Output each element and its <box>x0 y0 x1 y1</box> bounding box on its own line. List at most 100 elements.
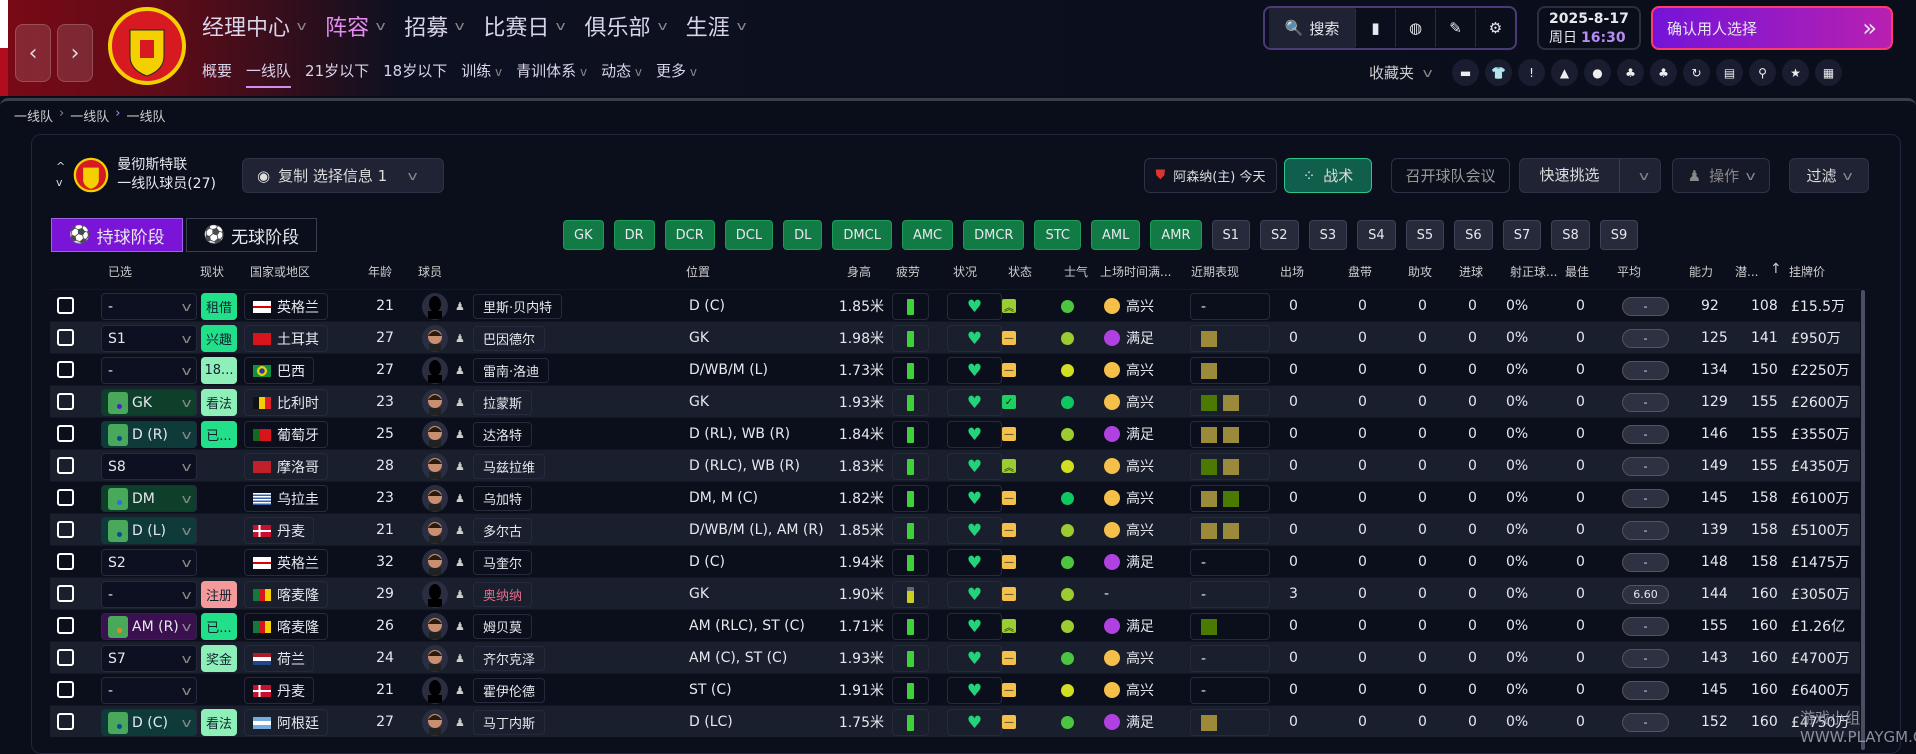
nation-chip[interactable]: 荷兰 <box>244 645 314 672</box>
next-match-button[interactable]: ⛊ 阿森纳(主) 今天 <box>1144 158 1277 193</box>
slot-button[interactable]: S3 <box>1308 220 1348 250</box>
select-checkbox[interactable] <box>57 585 74 602</box>
selection-dropdown[interactable]: S8 v <box>101 453 197 480</box>
selection-dropdown[interactable]: D (R) v <box>101 421 197 448</box>
selection-dropdown[interactable]: GK v <box>101 389 197 416</box>
actions-dropdown[interactable]: ♟ 操作 v <box>1672 158 1770 193</box>
selection-dropdown[interactable]: S1 v <box>101 325 197 352</box>
column-header[interactable]: 能力 <box>1689 263 1713 280</box>
column-header[interactable]: 射正球... <box>1510 263 1557 280</box>
column-header[interactable]: 身高 <box>847 263 871 280</box>
copy-selection-dropdown[interactable]: ◉ 复制 选择信息 1 v <box>242 158 444 193</box>
player-name[interactable]: 拉蒙斯 <box>473 390 533 415</box>
status-badge[interactable]: 看法 <box>201 389 237 416</box>
nation-chip[interactable]: 丹麦 <box>244 677 314 704</box>
column-header[interactable]: 球员 <box>418 263 442 280</box>
breadcrumb-item[interactable]: 一线队 <box>126 106 165 125</box>
main-nav-item[interactable]: 比赛日 v <box>483 10 566 42</box>
select-checkbox[interactable] <box>57 713 74 730</box>
status-badge[interactable]: 奖金 <box>201 645 237 672</box>
select-checkbox[interactable] <box>57 617 74 634</box>
chat-icon[interactable]: ▬ <box>1452 59 1479 86</box>
scrollbar[interactable] <box>1861 290 1865 750</box>
main-nav-item[interactable]: 阵容 v <box>325 10 386 42</box>
recent-form[interactable] <box>1190 357 1270 384</box>
position-button[interactable]: DMCL <box>832 220 892 250</box>
column-header[interactable]: 现状 <box>200 263 224 280</box>
select-checkbox[interactable] <box>57 297 74 314</box>
table-row[interactable]: - v 租借 英格兰 21 ♟ 里斯·贝内特 D (C) 1.85米 ♥ ︽ 高兴 -0 0 0 0 0% 0 92… <box>50 289 1860 321</box>
nation-chip[interactable]: 土耳其 <box>244 325 328 352</box>
player-name[interactable]: 马奎尔 <box>473 550 533 575</box>
position-button[interactable]: DR <box>613 220 655 250</box>
select-checkbox[interactable] <box>57 649 74 666</box>
position-button[interactable]: STC <box>1034 220 1081 250</box>
player-name[interactable]: 马兹拉维 <box>473 454 546 479</box>
star-search-icon[interactable]: ★ <box>1782 59 1809 86</box>
select-checkbox[interactable] <box>57 489 74 506</box>
pencil-icon[interactable]: ✎ <box>1435 9 1475 47</box>
player-name[interactable]: 巴因德尔 <box>473 326 546 351</box>
player-name[interactable]: 里斯·贝内特 <box>473 294 563 319</box>
nation-chip[interactable]: 喀麦隆 <box>244 581 328 608</box>
selection-dropdown[interactable]: D (C) v <box>101 709 197 736</box>
tab-in-possession[interactable]: ⚽ 持球阶段 <box>51 218 183 252</box>
recent-form[interactable]: - <box>1190 645 1270 672</box>
player-name[interactable]: 雷南·洛迪 <box>473 358 550 383</box>
team-switcher[interactable]: ^ v <box>56 159 65 191</box>
nation-chip[interactable]: 巴西 <box>244 357 314 384</box>
select-checkbox[interactable] <box>57 521 74 538</box>
sub-nav-item[interactable]: 更多 v <box>656 60 697 88</box>
status-badge[interactable]: 已... <box>201 421 237 448</box>
slot-button[interactable]: S2 <box>1260 220 1299 250</box>
player-name[interactable]: 齐尔克泽 <box>473 646 546 671</box>
recent-form[interactable]: - <box>1190 677 1270 704</box>
selection-dropdown[interactable]: S7 v <box>101 645 197 672</box>
recent-form[interactable]: - <box>1190 581 1270 608</box>
player-name[interactable]: 马丁内斯 <box>473 710 546 735</box>
calendar-icon[interactable]: ▦ <box>1815 59 1842 86</box>
position-button[interactable]: DCL <box>724 220 774 250</box>
selection-dropdown[interactable]: DM v <box>101 485 197 512</box>
table-row[interactable]: S7 v 奖金 荷兰 24 ♟ 齐尔克泽 AM (C), ST (C) 1.93米 ♥ — 高兴 - 0 0… <box>50 641 1860 673</box>
selection-dropdown[interactable]: -v <box>101 677 197 704</box>
recent-form[interactable] <box>1190 709 1270 736</box>
slot-button[interactable]: S8 <box>1551 220 1590 250</box>
nation-chip[interactable]: 比利时 <box>244 389 328 416</box>
selection-dropdown[interactable]: -v <box>101 581 197 608</box>
selection-dropdown[interactable]: S2 v <box>101 549 197 576</box>
status-badge[interactable]: 注册 <box>201 581 237 608</box>
recent-form[interactable] <box>1190 613 1270 640</box>
table-row[interactable]: DM v 乌拉圭 23 ♟ 乌加特 DM, M (C) 1.82米 ♥ — 高兴 0 0 0 0 0% 0 145… <box>50 481 1860 513</box>
slot-button[interactable]: S7 <box>1502 220 1542 250</box>
status-badge[interactable]: 已... <box>201 613 237 640</box>
recent-form[interactable] <box>1190 485 1270 512</box>
tab-out-of-possession[interactable]: ⚽ 无球阶段 <box>186 218 317 252</box>
nation-chip[interactable]: 英格兰 <box>244 549 328 576</box>
shirt-icon[interactable]: 👕 <box>1485 59 1512 86</box>
status-badge[interactable]: 租借 <box>201 293 237 320</box>
position-button[interactable]: GK <box>563 220 604 250</box>
globe-icon[interactable]: ◍ <box>1395 9 1435 47</box>
bookmark-icon[interactable]: ▮ <box>1355 9 1395 47</box>
report-icon[interactable]: ▤ <box>1716 59 1743 86</box>
confirm-selection-button[interactable]: 确认用人选择 » <box>1651 6 1893 50</box>
slot-button[interactable]: S6 <box>1454 220 1493 250</box>
table-row[interactable]: S1 v 兴趣 土耳其 27 ♟ 巴因德尔 GK 1.98米 ♥ — 满足 0 0 0 0 0% 0 125 141 £… <box>50 321 1860 353</box>
player-name[interactable]: 姆贝莫 <box>473 614 533 639</box>
select-checkbox[interactable] <box>57 553 74 570</box>
quick-pick-button[interactable]: 快速挑选 v <box>1519 158 1661 193</box>
chevron-down-icon[interactable]: v <box>1622 169 1667 183</box>
nation-chip[interactable]: 阿根廷 <box>244 709 328 736</box>
player-name[interactable]: 奥纳纳 <box>473 582 533 607</box>
favorites-dropdown[interactable]: 收藏夹 v <box>1369 62 1433 83</box>
select-checkbox[interactable] <box>57 457 74 474</box>
column-header[interactable]: 上场时间满... <box>1100 263 1171 280</box>
column-header[interactable]: 士气 <box>1064 263 1088 280</box>
slot-button[interactable]: S4 <box>1357 220 1396 250</box>
recent-form[interactable] <box>1190 421 1270 448</box>
position-button[interactable]: DL <box>783 220 823 250</box>
select-checkbox[interactable] <box>57 425 74 442</box>
column-header[interactable]: 状态 <box>1008 263 1032 280</box>
chevron-up-icon[interactable]: ^ <box>56 159 65 175</box>
